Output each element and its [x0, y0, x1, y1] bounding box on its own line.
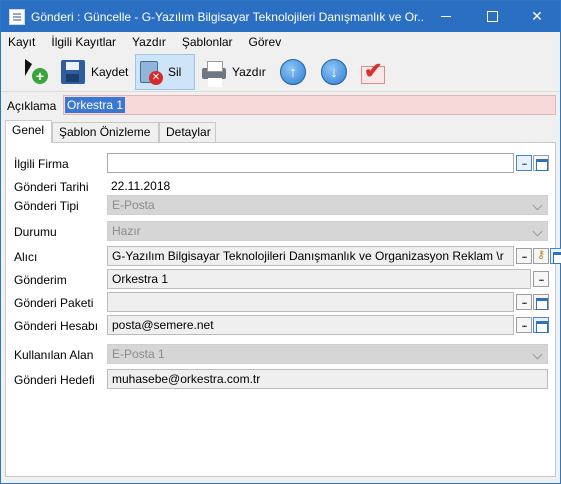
app-icon [9, 8, 25, 25]
arrow-down-icon: ↓ [321, 59, 347, 85]
new-button[interactable] [23, 54, 51, 90]
print-icon [200, 58, 228, 86]
send-value: Orkestra 1 [112, 272, 169, 286]
row-package: Gönderi Paketi ... [14, 292, 554, 312]
description-value: Orkestra 1 [65, 97, 126, 113]
move-up-button[interactable]: ↑ [280, 54, 306, 90]
tab-detaylar[interactable]: Detaylar [159, 122, 216, 142]
status-select: Hazır [107, 221, 548, 241]
description-label: Açıklama [7, 99, 57, 113]
row-related-company: İlgili Firma ... [14, 153, 554, 173]
window-title: Gönderi : Güncelle - G-Yazılım Bilgisaya… [31, 9, 423, 24]
target-input[interactable]: muhasebe@orkestra.com.tr [107, 369, 548, 389]
recipient-browse-button[interactable]: ... [516, 248, 532, 264]
send-type-select: E-Posta [107, 195, 548, 215]
new-record-icon [23, 58, 51, 86]
target-value: muhasebe@orkestra.com.tr [112, 372, 261, 386]
related-company-open-button[interactable] [533, 155, 549, 171]
account-value: posta@semere.net [112, 318, 214, 332]
recipient-input[interactable]: G-Yazılım Bilgisayar Teknolojileri Danış… [107, 246, 514, 266]
minimize-button[interactable] [423, 1, 469, 32]
delete-label: Sil [168, 65, 182, 79]
package-input[interactable] [107, 292, 514, 312]
chevron-down-icon [532, 226, 543, 237]
send-type-value: E-Posta [112, 198, 155, 212]
print-button[interactable]: Yazdır [200, 54, 266, 90]
account-browse-button[interactable]: ... [516, 317, 532, 333]
recipient-value: G-Yazılım Bilgisayar Teknolojileri Danış… [112, 249, 504, 263]
send-date-label: Gönderi Tarihi [14, 180, 89, 194]
row-send-type: Gönderi Tipi E-Posta [14, 195, 554, 215]
related-company-browse-button[interactable]: ... [516, 155, 532, 171]
approve-check-icon [358, 58, 386, 86]
delete-icon [136, 58, 164, 86]
row-target: Gönderi Hedefi muhasebe@orkestra.com.tr [14, 369, 554, 389]
maximize-button[interactable] [469, 1, 515, 32]
row-status: Durumu Hazır [14, 221, 554, 241]
save-button[interactable]: Kaydet [59, 54, 128, 90]
row-send-date: Gönderi Tarihi 22.11.2018 [14, 176, 554, 196]
arrow-up-icon: ↑ [280, 59, 306, 85]
toolbar: Kaydet Sil Yazdır ↑ ↓ [1, 52, 560, 92]
chevron-down-icon [532, 349, 543, 360]
related-company-label: İlgili Firma [14, 157, 69, 171]
app-window: Gönderi : Güncelle - G-Yazılım Bilgisaya… [0, 0, 561, 484]
save-label: Kaydet [91, 65, 129, 79]
send-input[interactable]: Orkestra 1 [107, 269, 531, 289]
package-label: Gönderi Paketi [14, 296, 94, 310]
send-browse-button[interactable]: ... [533, 271, 549, 287]
account-input[interactable]: posta@semere.net [107, 315, 514, 335]
save-icon [61, 60, 85, 84]
send-type-label: Gönderi Tipi [14, 199, 79, 213]
close-button[interactable]: ✕ [514, 1, 560, 32]
status-value: Hazır [112, 224, 141, 238]
package-browse-button[interactable]: ... [516, 294, 532, 310]
approve-button[interactable] [358, 54, 386, 90]
delete-button[interactable]: Sil [135, 54, 195, 90]
recipient-label: Alıcı [14, 250, 38, 264]
row-account: Gönderi Hesabı posta@semere.net ... [14, 315, 554, 335]
tab-genel[interactable]: Genel [5, 120, 52, 143]
move-down-button[interactable]: ↓ [321, 54, 347, 90]
target-label: Gönderi Hedefi [14, 373, 95, 387]
row-used-field: Kullanılan Alan E-Posta 1 [14, 344, 554, 364]
menu-yazdir[interactable]: Yazdır [124, 35, 174, 49]
send-label: Gönderim [14, 273, 67, 287]
used-field-label: Kullanılan Alan [14, 348, 94, 362]
send-date-value: 22.11.2018 [111, 179, 171, 193]
recipient-open-button[interactable] [550, 248, 561, 264]
account-label: Gönderi Hesabı [14, 319, 99, 333]
package-open-button[interactable] [533, 294, 549, 310]
menu-gorev[interactable]: Görev [241, 35, 290, 49]
title-bar[interactable]: Gönderi : Güncelle - G-Yazılım Bilgisaya… [1, 1, 560, 32]
menu-sablonlar[interactable]: Şablonlar [174, 35, 241, 49]
menu-ilgili-kayitlar[interactable]: İlgili Kayıtlar [43, 35, 124, 49]
used-field-value: E-Posta 1 [112, 347, 165, 361]
row-recipient: Alıcı G-Yazılım Bilgisayar Teknolojileri… [14, 246, 561, 266]
description-input[interactable]: Orkestra 1 [63, 95, 556, 115]
related-company-input[interactable] [107, 153, 514, 173]
menu-bar: Kayıt İlgili Kayıtlar Yazdır Şablonlar G… [1, 32, 560, 52]
status-label: Durumu [14, 225, 57, 239]
used-field-select: E-Posta 1 [107, 344, 548, 364]
row-send: Gönderim Orkestra 1 ... [14, 269, 554, 289]
menu-kayit[interactable]: Kayıt [1, 35, 43, 49]
tab-panel-genel: İlgili Firma ... Gönderi Tarihi 22.11.20… [5, 142, 561, 477]
print-label: Yazdır [232, 65, 266, 79]
account-open-button[interactable] [533, 317, 549, 333]
key-icon[interactable]: ⚷ [533, 248, 549, 264]
chevron-down-icon [532, 200, 543, 211]
tab-sablon-onizleme[interactable]: Şablon Önizleme [52, 122, 159, 142]
